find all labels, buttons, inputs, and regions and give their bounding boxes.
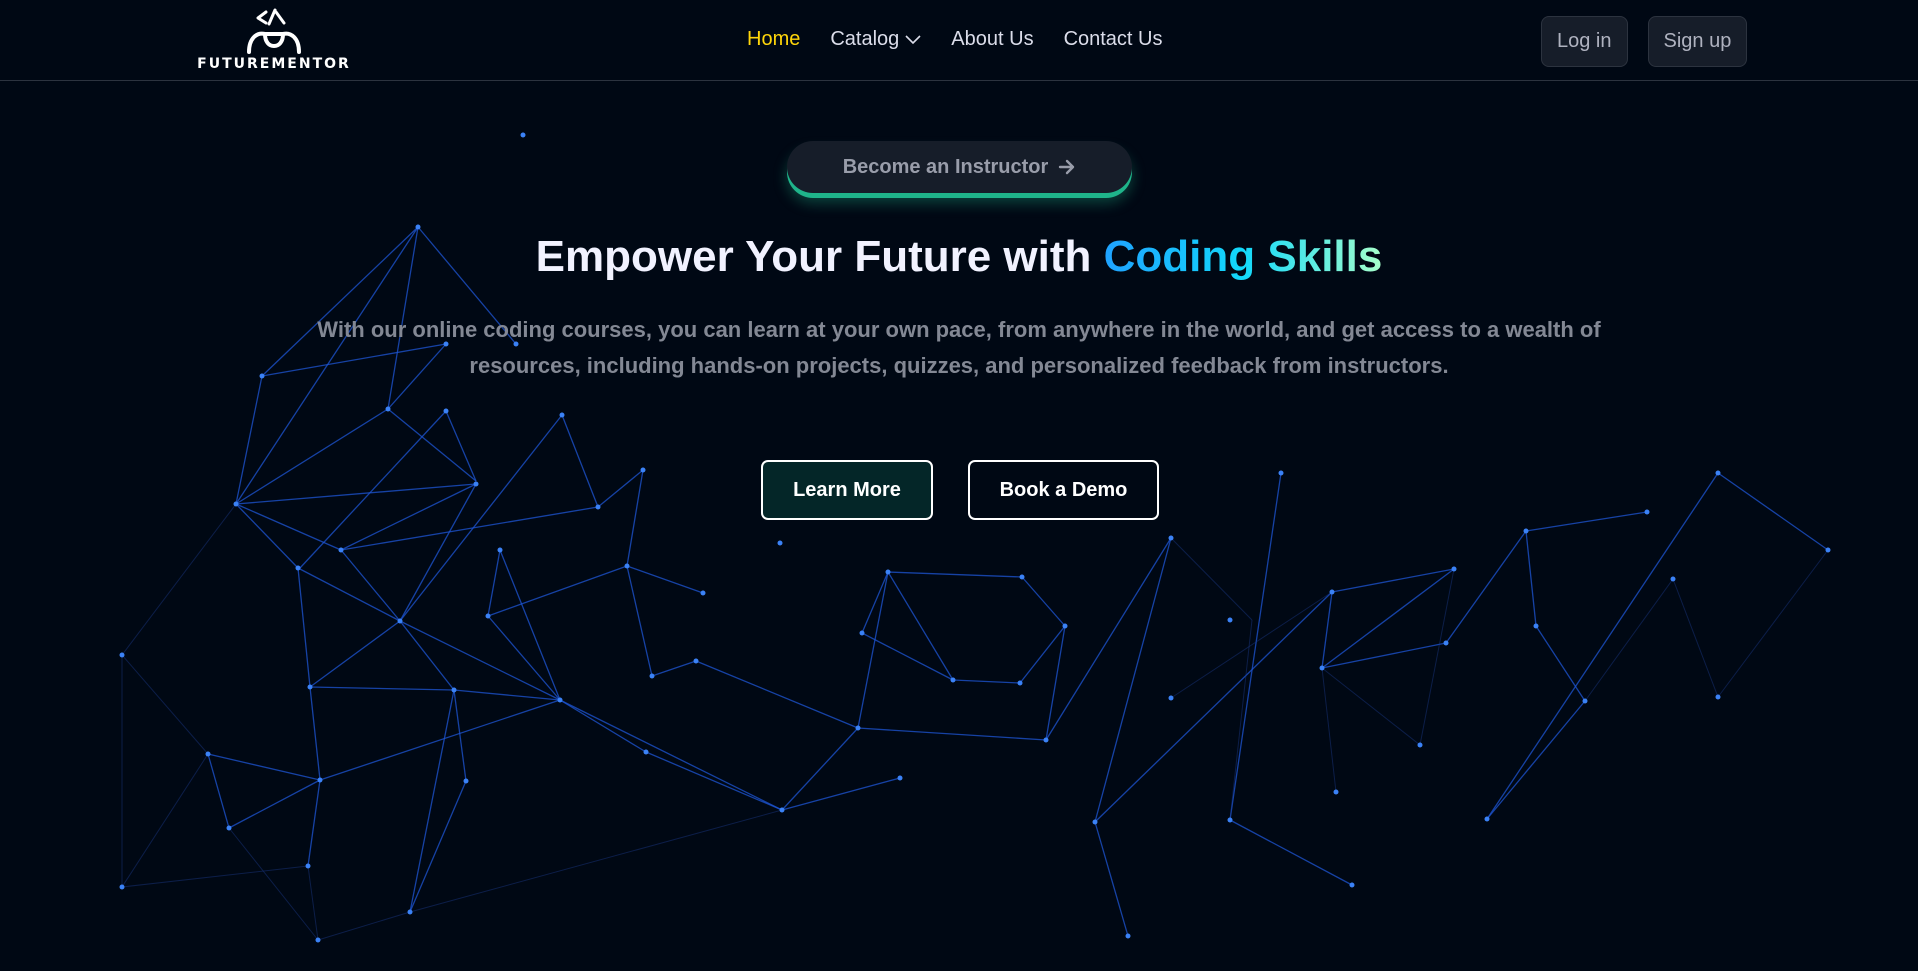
book-demo-button[interactable]: Book a Demo: [968, 460, 1159, 520]
brand-logo[interactable]: FUTUREMENTOR: [196, 8, 352, 78]
become-instructor-label: Become an Instructor: [842, 155, 1049, 178]
brand-name: FUTUREMENTOR: [197, 56, 351, 72]
signup-button[interactable]: Sign up: [1647, 16, 1748, 67]
auth-buttons: Log in Sign up: [1541, 16, 1748, 67]
nav-home[interactable]: Home: [747, 28, 800, 51]
headline-prefix: Empower Your Future with: [535, 232, 1092, 281]
nav-catalog[interactable]: Catalog: [830, 28, 921, 51]
nav-catalog-label: Catalog: [830, 28, 900, 50]
top-navbar: FUTUREMENTOR Home Catalog About Us Conta…: [0, 0, 1918, 81]
learn-more-button[interactable]: Learn More: [761, 460, 933, 520]
chevron-down-icon: [905, 34, 921, 44]
nav-contact-us[interactable]: Contact Us: [1064, 28, 1163, 51]
hero-headline: Empower Your Future with Coding Skills: [0, 232, 1918, 282]
main-nav: Home Catalog About Us Contact Us: [747, 28, 1163, 51]
headline-highlight: Coding Skills: [1103, 232, 1383, 281]
become-instructor-button[interactable]: Become an Instructor: [787, 141, 1132, 193]
nav-about-us[interactable]: About Us: [951, 28, 1033, 51]
particle-network-background: [119, 132, 1831, 943]
code-brackets-logo-icon: [247, 8, 301, 54]
arrow-right-icon: [1059, 159, 1075, 175]
hero-subtext: With our online coding courses, you can …: [317, 317, 1601, 378]
login-button[interactable]: Log in: [1541, 16, 1628, 67]
page: FUTUREMENTOR Home Catalog About Us Conta…: [0, 0, 1918, 971]
